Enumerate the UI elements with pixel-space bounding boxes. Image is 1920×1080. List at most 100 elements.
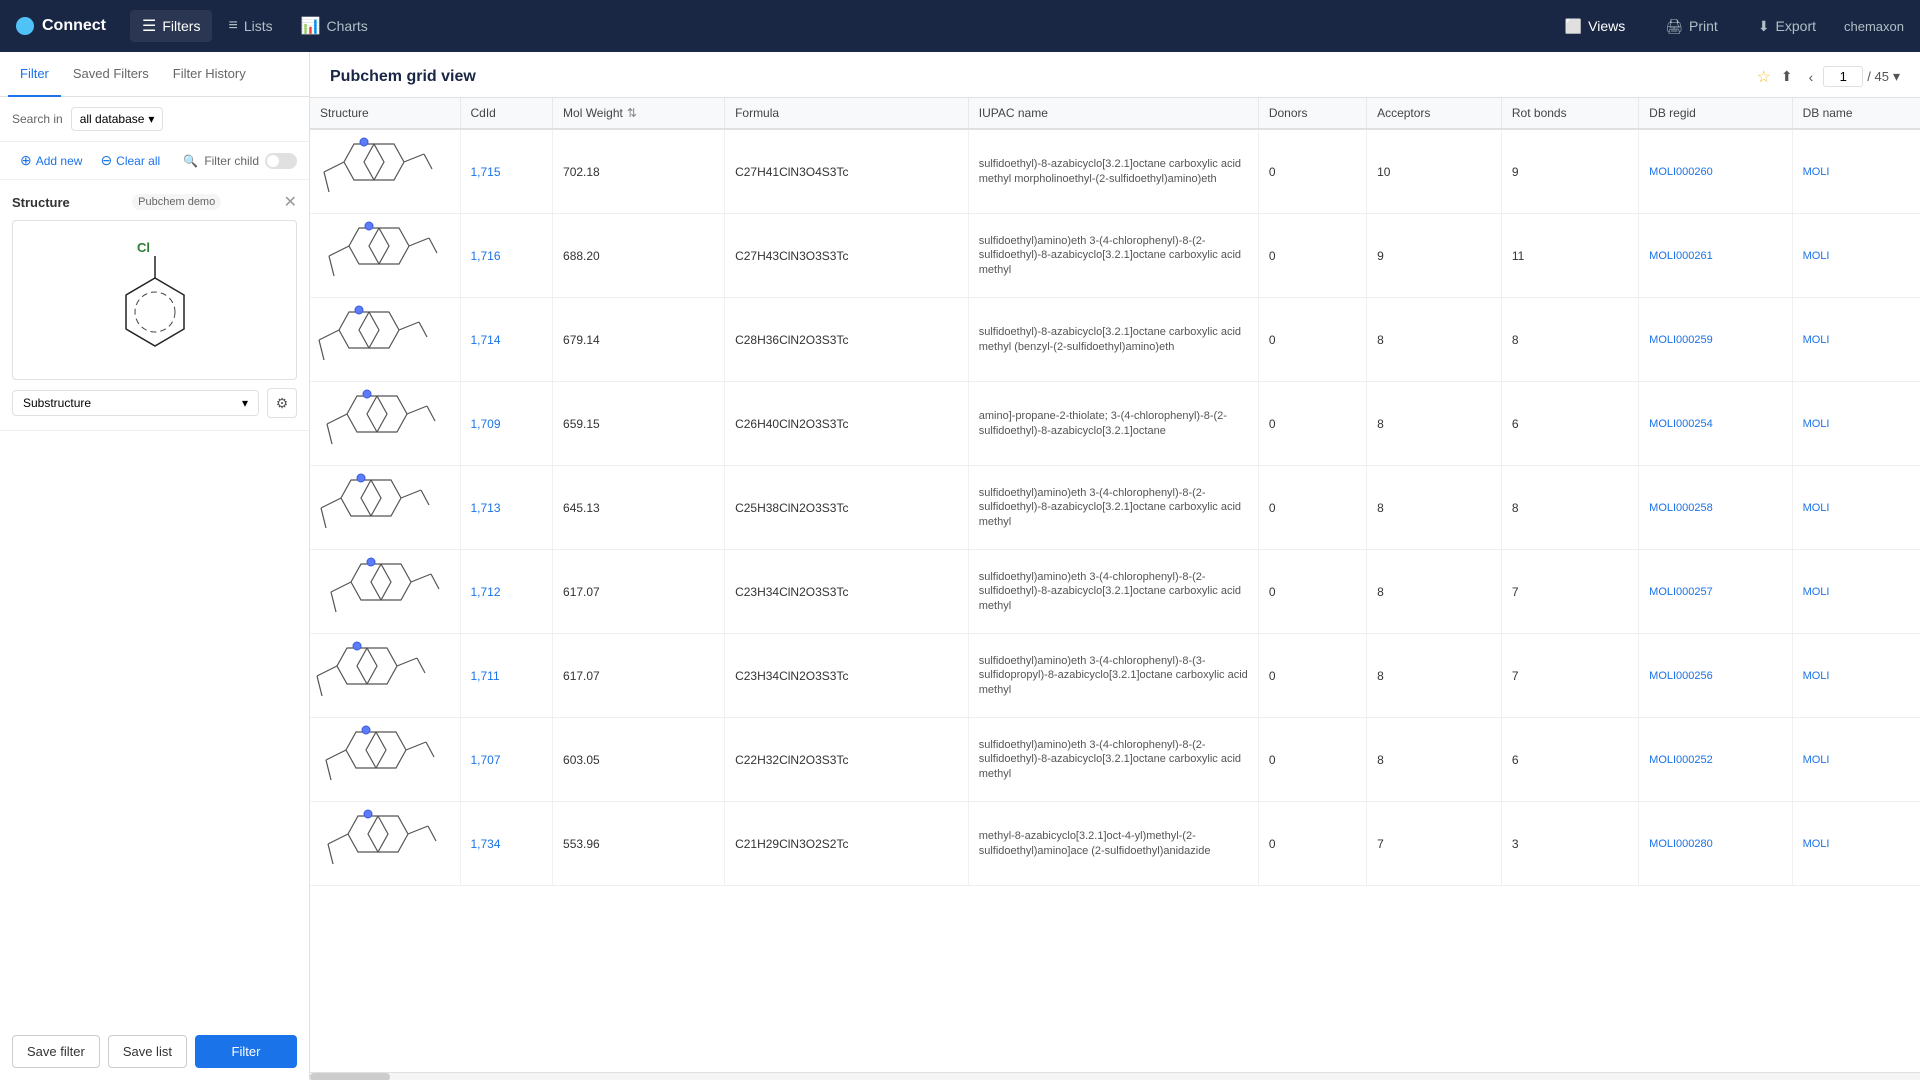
- table-row: 1,707603.05C22H32ClN2O3S3Tcsulfidoethyl)…: [310, 718, 1920, 802]
- print-button[interactable]: 🖨 Print: [1653, 12, 1730, 41]
- filter-bottom-actions: Save filter Save list Filter: [0, 1023, 309, 1080]
- mol-weight-cell: 679.14: [553, 298, 725, 382]
- tab-filter-history[interactable]: Filter History: [161, 52, 258, 97]
- nav-charts[interactable]: 📊 Charts: [289, 10, 380, 42]
- donors-cell: 0: [1258, 718, 1366, 802]
- acceptors-cell: 8: [1367, 634, 1502, 718]
- molecule-canvas[interactable]: Cl: [12, 220, 297, 380]
- mol-weight-filter-icon[interactable]: ⇅: [627, 106, 637, 120]
- filter-child-switch[interactable]: [265, 153, 297, 169]
- rot-bonds-cell: 8: [1501, 298, 1638, 382]
- tab-filter[interactable]: Filter: [8, 52, 61, 97]
- acceptors-cell: 7: [1367, 802, 1502, 886]
- table-row: 1,711617.07C23H34ClN2O3S3Tcsulfidoethyl)…: [310, 634, 1920, 718]
- formula-cell: C25H38ClN2O3S3Tc: [725, 466, 969, 550]
- structure-cell[interactable]: [310, 802, 460, 886]
- save-list-button[interactable]: Save list: [108, 1035, 187, 1068]
- cdid-cell: 1,714: [460, 298, 553, 382]
- col-molweight[interactable]: Mol Weight ⇅: [553, 98, 725, 129]
- iupac-cell: sulfidoethyl)-8-azabicyclo[3.2.1]octane …: [968, 129, 1258, 214]
- clear-all-button[interactable]: ⊖ Clear all: [92, 148, 168, 173]
- acceptors-cell: 9: [1367, 214, 1502, 298]
- gear-settings-button[interactable]: ⚙: [267, 388, 297, 418]
- formula-cell: C21H29ClN3O2S2Tc: [725, 802, 969, 886]
- rot-bonds-cell: 9: [1501, 129, 1638, 214]
- views-button[interactable]: ⬜ Views: [1553, 12, 1638, 41]
- filter-child-label: Filter child: [204, 154, 259, 168]
- close-structure-filter-button[interactable]: ✕: [284, 192, 297, 212]
- filter-child-icon: 🔍: [183, 154, 198, 168]
- star-button[interactable]: ☆: [1757, 67, 1771, 87]
- col-structure: Structure: [310, 98, 460, 129]
- page-size-dropdown[interactable]: ▾: [1893, 68, 1900, 85]
- structure-cell[interactable]: [310, 214, 460, 298]
- main-layout: Filter Saved Filters Filter History Sear…: [0, 52, 1920, 1080]
- iupac-cell: methyl-8-azabicyclo[3.2.1]oct-4-yl)methy…: [968, 802, 1258, 886]
- acceptors-cell: 8: [1367, 466, 1502, 550]
- page-total: / 45: [1867, 69, 1889, 84]
- cdid-cell: 1,715: [460, 129, 553, 214]
- filter-child-toggle: 🔍 Filter child: [183, 153, 297, 169]
- structure-filter-badge: Pubchem demo: [132, 194, 221, 210]
- col-cdid: CdId: [460, 98, 553, 129]
- col-donors: Donors: [1258, 98, 1366, 129]
- structure-cell[interactable]: [310, 129, 460, 214]
- iupac-cell: sulfidoethyl)amino)eth 3-(4-chlorophenyl…: [968, 718, 1258, 802]
- export-button[interactable]: ⬇ Export: [1746, 12, 1828, 41]
- db-name-cell: MOLI: [1792, 298, 1920, 382]
- donors-cell: 0: [1258, 129, 1366, 214]
- search-in-label: Search in: [12, 112, 63, 126]
- tab-saved-filters[interactable]: Saved Filters: [61, 52, 161, 97]
- data-table: Structure CdId Mol Weight ⇅ Formula IUPA…: [310, 98, 1920, 886]
- data-table-wrapper[interactable]: Structure CdId Mol Weight ⇅ Formula IUPA…: [310, 98, 1920, 1072]
- filter-tabs: Filter Saved Filters Filter History: [0, 52, 309, 97]
- structure-cell[interactable]: [310, 634, 460, 718]
- search-in-select[interactable]: all database ▾: [71, 107, 164, 131]
- molecule-svg: [314, 302, 444, 374]
- collapse-button[interactable]: ⬆: [1775, 66, 1799, 87]
- nav-items: ☰ Filters ≡ Lists 📊 Charts: [130, 10, 1529, 42]
- add-new-button[interactable]: ⊕ Add new: [12, 148, 90, 173]
- prev-page-button[interactable]: ‹: [1803, 67, 1820, 87]
- col-acceptors: Acceptors: [1367, 98, 1502, 129]
- formula-cell: C27H41ClN3O4S3Tc: [725, 129, 969, 214]
- col-rotbonds: Rot bonds: [1501, 98, 1638, 129]
- filter-type-select[interactable]: Substructure ▾: [12, 390, 259, 416]
- page-number-input[interactable]: [1823, 66, 1863, 87]
- circle-minus-icon: ⊖: [100, 152, 112, 169]
- nav-lists[interactable]: ≡ Lists: [216, 11, 284, 41]
- right-content: Pubchem grid view ☆ ⬆ ‹ / 45 ▾ Structure…: [310, 52, 1920, 1080]
- molecule-svg: [314, 386, 444, 458]
- user-badge: chemaxon: [1844, 19, 1904, 34]
- scrollbar-thumb[interactable]: [310, 1073, 390, 1080]
- search-in-value: all database: [80, 112, 145, 126]
- table-row: 1,709659.15C26H40ClN2O3S3Tcamino]-propan…: [310, 382, 1920, 466]
- page-title: Pubchem grid view: [330, 68, 476, 86]
- rot-bonds-cell: 8: [1501, 466, 1638, 550]
- print-icon: 🖨: [1665, 18, 1683, 35]
- structure-cell[interactable]: [310, 718, 460, 802]
- table-row: 1,712617.07C23H34ClN2O3S3Tcsulfidoethyl)…: [310, 550, 1920, 634]
- mol-weight-cell: 553.96: [553, 802, 725, 886]
- formula-cell: C23H34ClN2O3S3Tc: [725, 550, 969, 634]
- structure-cell[interactable]: [310, 298, 460, 382]
- rot-bonds-cell: 7: [1501, 634, 1638, 718]
- save-filter-button[interactable]: Save filter: [12, 1035, 100, 1068]
- db-name-cell: MOLI: [1792, 550, 1920, 634]
- lists-icon: ≡: [228, 17, 237, 35]
- rot-bonds-cell: 3: [1501, 802, 1638, 886]
- db-regid-cell: MOLI000261: [1639, 214, 1792, 298]
- filter-button[interactable]: Filter: [195, 1035, 297, 1068]
- structure-cell[interactable]: [310, 550, 460, 634]
- molecule-svg: [314, 134, 444, 206]
- structure-cell[interactable]: [310, 382, 460, 466]
- chevron-filter-icon: ▾: [242, 396, 248, 410]
- col-iupac: IUPAC name: [968, 98, 1258, 129]
- iupac-cell: sulfidoethyl)amino)eth 3-(4-chlorophenyl…: [968, 466, 1258, 550]
- structure-cell[interactable]: [310, 466, 460, 550]
- acceptors-cell: 8: [1367, 550, 1502, 634]
- nav-charts-label: Charts: [327, 18, 368, 34]
- brand-logo[interactable]: Connect: [16, 17, 106, 35]
- nav-filters[interactable]: ☰ Filters: [130, 10, 212, 42]
- horizontal-scrollbar[interactable]: [310, 1072, 1920, 1080]
